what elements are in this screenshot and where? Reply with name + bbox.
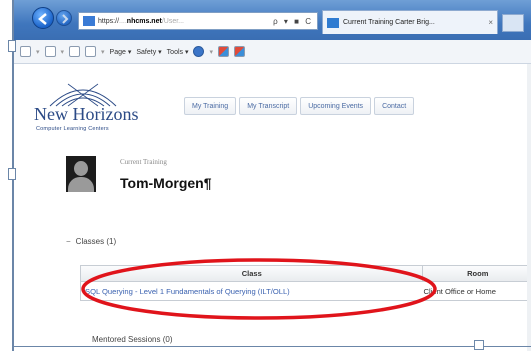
command-bar: ▾ ▾ ▾ Page ▾ Safety ▾ Tools ▾ ▾ <box>14 40 531 64</box>
avatar-head <box>74 161 88 176</box>
logo-subtitle: Computer Learning Centers <box>36 126 109 132</box>
classes-title: Classes (1) <box>75 237 117 246</box>
addon-icon[interactable] <box>234 46 245 57</box>
print-icon[interactable] <box>85 46 97 57</box>
browser-titlebar: https://....nhcms.net/User... ρ ▾ ■ C Cu… <box>14 0 531 40</box>
avatar-body <box>68 177 94 192</box>
page-menu[interactable]: Page ▾ <box>110 48 132 56</box>
resize-handle[interactable] <box>474 340 484 350</box>
back-arrow-icon <box>38 13 47 25</box>
dropdown-icon[interactable]: ▾ <box>101 48 105 56</box>
tools-menu[interactable]: Tools ▾ <box>167 48 189 56</box>
dropdown-icon[interactable]: ▾ <box>61 48 65 56</box>
dropdown-icon[interactable]: ▾ <box>209 48 213 56</box>
dropdown-icon[interactable]: ▾ <box>36 48 40 56</box>
column-header-room[interactable]: Room <box>423 266 531 281</box>
nav-upcoming-events[interactable]: Upcoming Events <box>300 97 372 115</box>
tab-close-icon[interactable]: × <box>488 18 493 27</box>
site-nav: My Training My Transcript Upcoming Event… <box>184 97 415 115</box>
browser-tab[interactable]: Current Training Carter Brig... × <box>322 10 498 34</box>
tab-title: Current Training Carter Brig... <box>343 19 435 26</box>
new-horizons-logo[interactable]: New Horizons Computer Learning Centers <box>34 80 164 140</box>
collapse-icon[interactable]: − <box>66 237 71 246</box>
url-prefix: https:// <box>98 17 120 25</box>
forward-button[interactable] <box>56 10 72 26</box>
new-tab-button[interactable] <box>502 14 524 32</box>
url-suffix: /User... <box>161 17 184 25</box>
home-icon[interactable] <box>20 46 31 57</box>
addon-icon[interactable] <box>218 46 229 57</box>
back-button[interactable] <box>32 7 54 29</box>
context-label: Current Training <box>120 158 167 166</box>
address-url: https://....nhcms.net/User... <box>98 17 184 25</box>
selection-handle[interactable] <box>8 40 16 52</box>
safety-menu[interactable]: Safety ▾ <box>136 48 161 56</box>
address-bar[interactable]: https://....nhcms.net/User... ρ ▾ ■ C <box>78 12 318 30</box>
logo-text: New Horizons <box>34 104 139 124</box>
feeds-icon[interactable] <box>44 46 56 57</box>
help-icon[interactable] <box>193 46 205 57</box>
site-favicon-icon <box>83 16 95 26</box>
nav-contact[interactable]: Contact <box>374 97 415 115</box>
mail-icon[interactable] <box>69 46 81 57</box>
room-cell: Client Office or Home <box>423 286 496 296</box>
address-tools[interactable]: ρ ▾ ■ C <box>273 17 313 26</box>
page-scrollbar[interactable] <box>527 64 531 351</box>
selection-handle[interactable] <box>8 168 16 180</box>
nav-my-training[interactable]: My Training <box>184 97 237 115</box>
url-domain: nhcms.net <box>126 17 162 25</box>
forward-arrow-icon <box>62 14 69 24</box>
nav-my-transcript[interactable]: My Transcript <box>239 97 298 115</box>
highlight-ellipse <box>81 258 437 320</box>
user-name: Tom-Morgen¶ <box>120 175 212 191</box>
user-avatar <box>66 156 96 192</box>
browser-window: https://....nhcms.net/User... ρ ▾ ■ C Cu… <box>12 0 531 351</box>
screenshot-border <box>14 346 531 347</box>
tab-favicon-icon <box>327 17 339 28</box>
classes-section-header[interactable]: − Classes (1) <box>66 237 116 246</box>
next-section-header[interactable]: Mentored Sessions (0) <box>92 335 172 344</box>
